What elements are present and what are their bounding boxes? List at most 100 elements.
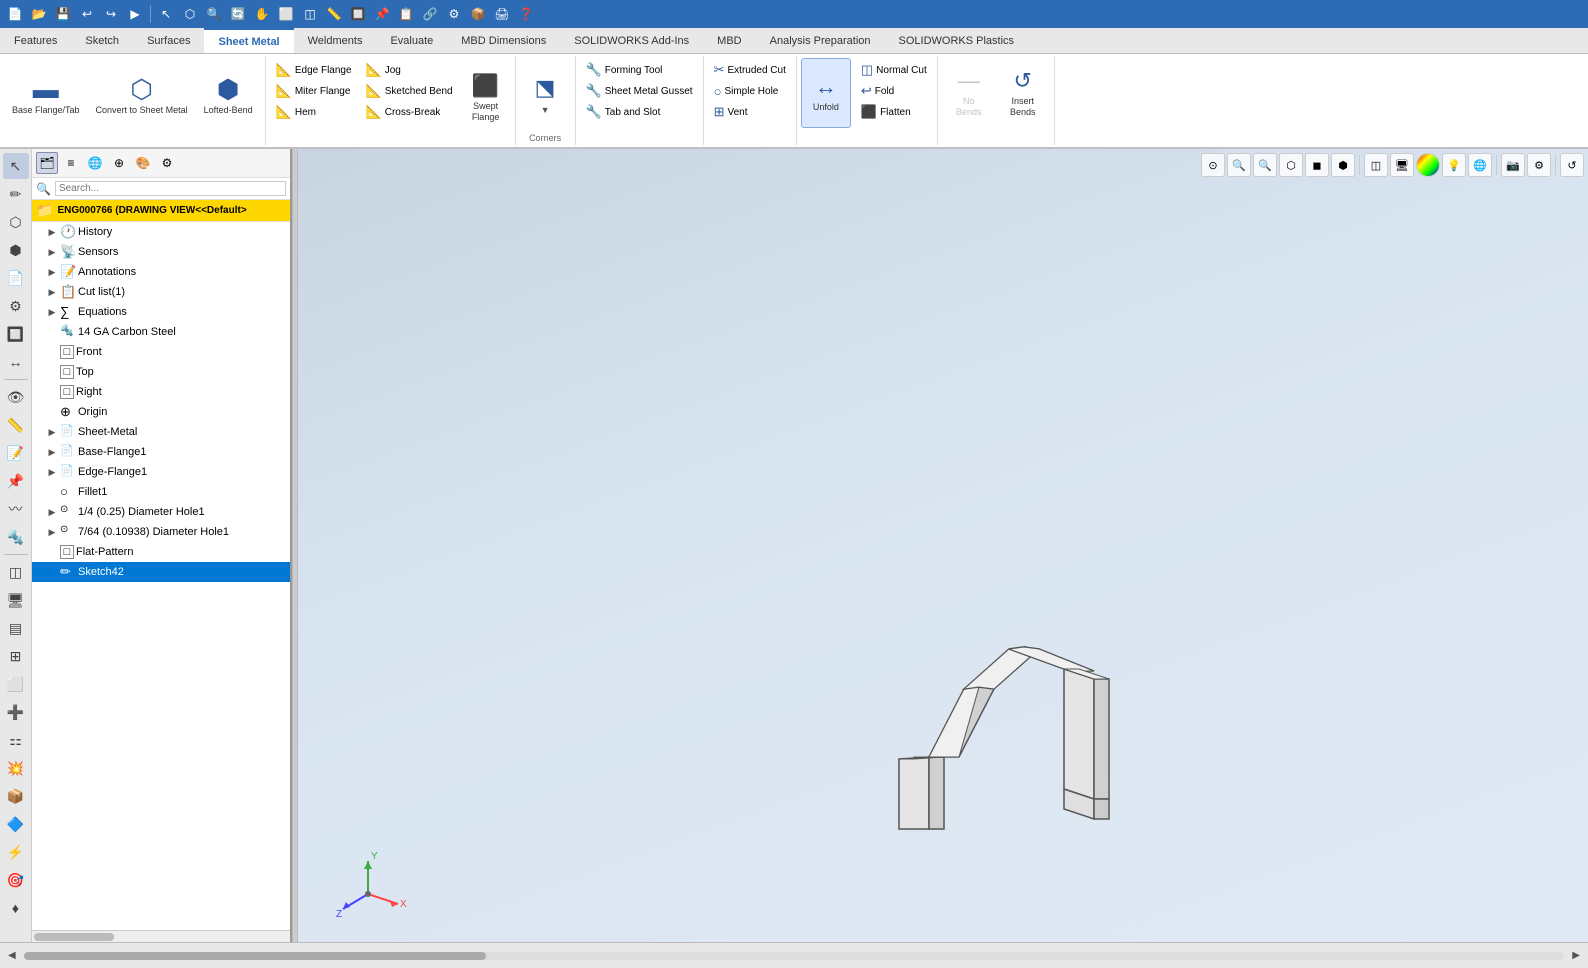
scroll-right-arrow[interactable]: ▶ (1572, 950, 1580, 961)
tree-tool-featuremgr[interactable]: 🗂 (36, 152, 58, 174)
qa-help[interactable]: ❓ (515, 3, 537, 25)
qa-print[interactable]: 🖨 (491, 3, 513, 25)
vp-settings[interactable]: ⚙ (1527, 153, 1551, 177)
sheetmetal-expand[interactable]: ▶ (46, 426, 58, 438)
no-bends-button[interactable]: — NoBends (944, 58, 994, 128)
tree-tool-dimxpert[interactable]: ⊕ (108, 152, 130, 174)
tree-tool-propmgr[interactable]: ≡ (60, 152, 82, 174)
hole025-expand[interactable]: ▶ (46, 506, 58, 518)
left-icon-layers[interactable]: ▤ (3, 615, 29, 641)
lofted-bend-button[interactable]: ⬢ Lofted-Bend (198, 60, 259, 130)
left-icon-mold[interactable]: 🔲 (3, 321, 29, 347)
vp-zoom-out[interactable]: 🔍 (1253, 153, 1277, 177)
vp-screenshot[interactable]: 📷 (1501, 153, 1525, 177)
cross-break-button[interactable]: 📐 Cross-Break (362, 102, 457, 122)
tree-item-annotations[interactable]: ▶ 📝 Annotations (32, 262, 290, 282)
cutlist-expand[interactable]: ▶ (46, 286, 58, 298)
left-icon-extra1[interactable]: 🔷 (3, 811, 29, 837)
left-icon-select[interactable]: ↖ (3, 153, 29, 179)
tree-item-sketch42[interactable]: ✏ Sketch42 (32, 562, 290, 582)
sheet-metal-gusset-button[interactable]: 🔧 Sheet Metal Gusset (582, 81, 697, 101)
left-icon-block[interactable]: ⬜ (3, 671, 29, 697)
sensors-expand[interactable]: ▶ (46, 246, 58, 258)
tree-item-sheetmetal[interactable]: ▶ 📄 Sheet-Metal (32, 422, 290, 442)
tree-horizontal-scrollbar[interactable] (32, 930, 290, 942)
qa-copy[interactable]: 📋 (395, 3, 417, 25)
tree-item-hole025[interactable]: ▶ ⊙ 1/4 (0.25) Diameter Hole1 (32, 502, 290, 522)
convert-sheet-button[interactable]: ⬡ Convert to Sheet Metal (90, 60, 194, 130)
tree-item-right[interactable]: □ Right (32, 382, 290, 402)
swept-flange-button[interactable]: ⬛ SweptFlange (461, 58, 511, 138)
tree-item-flatpattern[interactable]: □ Flat-Pattern (32, 542, 290, 562)
base-flange-tab-button[interactable]: ▬ Base Flange/Tab (6, 60, 86, 130)
extruded-cut-button[interactable]: ✂ Extruded Cut (710, 60, 790, 80)
vp-wireframe[interactable]: ⬡ (1279, 153, 1303, 177)
equations-expand[interactable]: ▶ (46, 306, 58, 318)
tree-content[interactable]: ▶ 🕐 History ▶ 📡 Sensors ▶ 📝 Annotations … (32, 222, 290, 930)
tab-mbd[interactable]: MBD (703, 28, 755, 53)
left-icon-extra4[interactable]: ♦ (3, 895, 29, 921)
tree-item-material[interactable]: 🔩 14 GA Carbon Steel (32, 322, 290, 342)
left-icon-measure[interactable]: 📏 (3, 412, 29, 438)
left-icon-fasteners[interactable]: 🔩 (3, 524, 29, 550)
left-icon-reference[interactable]: 📌 (3, 468, 29, 494)
tree-filter-input[interactable] (55, 181, 286, 196)
qa-undo[interactable]: ↩ (76, 3, 98, 25)
tree-item-cutlist[interactable]: ▶ 📋 Cut list(1) (32, 282, 290, 302)
flatten-button[interactable]: ⬛ Flatten (857, 102, 931, 122)
sketched-bend-button[interactable]: 📐 Sketched Bend (362, 81, 457, 101)
simple-hole-button[interactable]: ○ Simple Hole (710, 81, 790, 101)
tree-item-edgeflange1[interactable]: ▶ 📄 Edge-Flange1 (32, 462, 290, 482)
left-icon-feature[interactable]: ⬢ (3, 237, 29, 263)
left-icon-extra2[interactable]: ⚡ (3, 839, 29, 865)
vp-display[interactable]: 🖥 (1390, 153, 1414, 177)
vp-light[interactable]: 💡 (1442, 153, 1466, 177)
qa-export[interactable]: 📦 (467, 3, 489, 25)
qa-bbox[interactable]: ⬜ (275, 3, 297, 25)
vp-zoom-in[interactable]: 🔍 (1227, 153, 1251, 177)
left-icon-pattern[interactable]: ⚏ (3, 727, 29, 753)
tree-item-top[interactable]: □ Top (32, 362, 290, 382)
tree-tool-confmgr[interactable]: 🌐 (84, 152, 106, 174)
hem-button[interactable]: 📐 Hem (272, 102, 356, 122)
left-icon-curves[interactable]: 〰 (3, 496, 29, 522)
viewport[interactable]: ⊙ 🔍 🔍 ⬡ ◼ ⬢ ◫ 🖥 💡 🌐 📷 ⚙ ↺ (298, 149, 1588, 942)
history-expand[interactable]: ▶ (46, 226, 58, 238)
tree-item-sensors[interactable]: ▶ 📡 Sensors (32, 242, 290, 262)
qa-pan[interactable]: ✋ (251, 3, 273, 25)
left-icon-grid[interactable]: ⊞ (3, 643, 29, 669)
vp-color[interactable] (1416, 153, 1440, 177)
qa-save[interactable]: 💾 (52, 3, 74, 25)
unfold-button[interactable]: ↔ Unfold (801, 58, 851, 128)
qa-select[interactable]: ↖ (155, 3, 177, 25)
edgeflange1-expand[interactable]: ▶ (46, 466, 58, 478)
qa-new[interactable]: 📄 (4, 3, 26, 25)
tree-item-hole0109[interactable]: ▶ ⊙ 7/64 (0.10938) Diameter Hole1 (32, 522, 290, 542)
qa-section[interactable]: ◫ (299, 3, 321, 25)
tab-weldments[interactable]: Weldments (294, 28, 377, 53)
left-icon-annotation[interactable]: 📝 (3, 440, 29, 466)
tree-item-origin[interactable]: ⊕ Origin (32, 402, 290, 422)
tab-evaluate[interactable]: Evaluate (376, 28, 447, 53)
qa-lasso[interactable]: ⬡ (179, 3, 201, 25)
tree-item-equations[interactable]: ▶ ∑ Equations (32, 302, 290, 322)
left-icon-sketch[interactable]: ✏ (3, 181, 29, 207)
insert-bends-button[interactable]: ↺ InsertBends (998, 58, 1048, 128)
scroll-left-arrow[interactable]: ◀ (8, 950, 16, 961)
forming-tool-button[interactable]: 🔧 Forming Tool (582, 60, 697, 80)
qa-link[interactable]: 🔗 (419, 3, 441, 25)
left-icon-export[interactable]: 📦 (3, 783, 29, 809)
left-icon-view[interactable]: 👁 (3, 384, 29, 410)
left-icon-weld[interactable]: ⚙ (3, 293, 29, 319)
vp-section[interactable]: ◫ (1364, 153, 1388, 177)
left-icon-dim[interactable]: ↔ (3, 349, 29, 375)
hole0109-expand[interactable]: ▶ (46, 526, 58, 538)
tree-item-front[interactable]: □ Front (32, 342, 290, 362)
left-icon-surface[interactable]: ⬡ (3, 209, 29, 235)
tab-sketch[interactable]: Sketch (71, 28, 133, 53)
tab-surfaces[interactable]: Surfaces (133, 28, 204, 53)
left-icon-display[interactable]: 🖥 (3, 587, 29, 613)
baseflange1-expand[interactable]: ▶ (46, 446, 58, 458)
tree-tool-displaymgr[interactable]: 🎨 (132, 152, 154, 174)
tab-slot-button[interactable]: 🔧 Tab and Slot (582, 102, 697, 122)
